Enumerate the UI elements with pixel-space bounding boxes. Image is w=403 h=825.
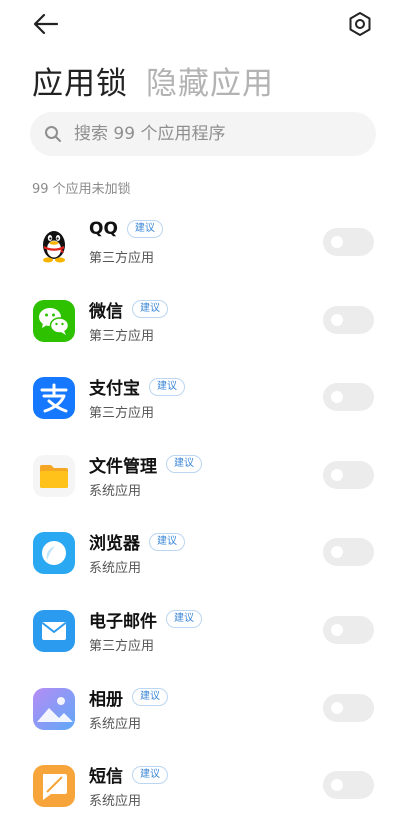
toggle-knob — [331, 313, 343, 326]
browser-icon — [33, 532, 75, 575]
app-type: 第三方应用 — [89, 638, 155, 654]
app-name: 相册 — [89, 689, 123, 710]
search-bar[interactable] — [30, 112, 376, 156]
app-name: 支付宝 — [89, 379, 140, 400]
toggle-knob — [331, 236, 343, 248]
arrow-left-icon[interactable] — [32, 10, 60, 38]
tab-app-lock[interactable]: 应用锁 — [32, 58, 128, 103]
lock-toggle[interactable] — [323, 538, 374, 567]
lock-toggle[interactable] — [323, 693, 374, 722]
alipay-icon — [33, 377, 75, 420]
app-type: 第三方应用 — [89, 251, 155, 266]
lock-toggle[interactable] — [323, 615, 374, 644]
gallery-icon — [33, 687, 75, 730]
toggle-knob — [331, 546, 343, 559]
list-item: 短信 建议 系统应用 — [0, 747, 403, 825]
search-icon — [45, 126, 61, 142]
lock-toggle[interactable] — [323, 305, 374, 334]
app-name: 文件管理 — [89, 456, 157, 477]
suggest-badge: 建议 — [149, 377, 185, 396]
section-label: 99 个应用未加锁 — [32, 182, 131, 197]
lock-toggle[interactable] — [323, 460, 374, 489]
settings-hexagon-icon[interactable] — [347, 11, 373, 37]
suggest-badge: 建议 — [149, 532, 185, 551]
wechat-icon — [33, 299, 75, 342]
list-item: 浏览器 建议 系统应用 — [0, 514, 403, 592]
suggest-badge: 建议 — [132, 300, 168, 319]
lock-toggle[interactable] — [323, 228, 374, 256]
app-name: 微信 — [89, 301, 123, 322]
app-name: 电子邮件 — [89, 611, 157, 632]
folder-icon — [33, 454, 75, 497]
app-type: 系统应用 — [89, 794, 142, 810]
suggest-badge: 建议 — [132, 765, 168, 784]
app-name: QQ — [89, 219, 118, 239]
suggest-badge: 建议 — [126, 220, 163, 238]
list-item: 电子邮件 建议 第三方应用 — [0, 592, 403, 670]
top-bar — [0, 0, 403, 50]
messages-icon — [33, 765, 75, 808]
app-list: QQ 建议 第三方应用 微信 建议 第三方应用 支付宝 建议 第三方应用 文件管… — [0, 204, 403, 825]
toggle-knob — [331, 701, 343, 714]
qq-penguin-icon — [33, 222, 75, 264]
toggle-knob — [331, 623, 343, 636]
lock-toggle[interactable] — [323, 771, 374, 800]
app-type: 系统应用 — [89, 716, 142, 732]
toggle-knob — [331, 391, 343, 404]
mail-icon — [33, 609, 75, 652]
list-item: 支付宝 建议 第三方应用 — [0, 359, 403, 437]
list-item: 微信 建议 第三方应用 — [0, 282, 403, 360]
list-item: QQ 建议 第三方应用 — [0, 204, 403, 282]
suggest-badge: 建议 — [132, 688, 168, 707]
tab-bar: 应用锁 隐藏应用 — [32, 58, 292, 103]
search-input[interactable] — [74, 124, 354, 144]
list-item: 相册 建议 系统应用 — [0, 670, 403, 748]
app-type: 系统应用 — [89, 483, 142, 499]
app-name: 短信 — [89, 767, 123, 788]
tab-hidden-apps[interactable]: 隐藏应用 — [146, 58, 274, 103]
suggest-badge: 建议 — [166, 610, 202, 629]
toggle-knob — [331, 779, 343, 792]
toggle-knob — [331, 468, 343, 481]
app-type: 第三方应用 — [89, 406, 155, 422]
app-name: 浏览器 — [89, 534, 140, 555]
app-type: 系统应用 — [89, 561, 142, 577]
app-type: 第三方应用 — [89, 328, 155, 344]
suggest-badge: 建议 — [166, 455, 202, 474]
list-item: 文件管理 建议 系统应用 — [0, 437, 403, 515]
lock-toggle[interactable] — [323, 383, 374, 412]
